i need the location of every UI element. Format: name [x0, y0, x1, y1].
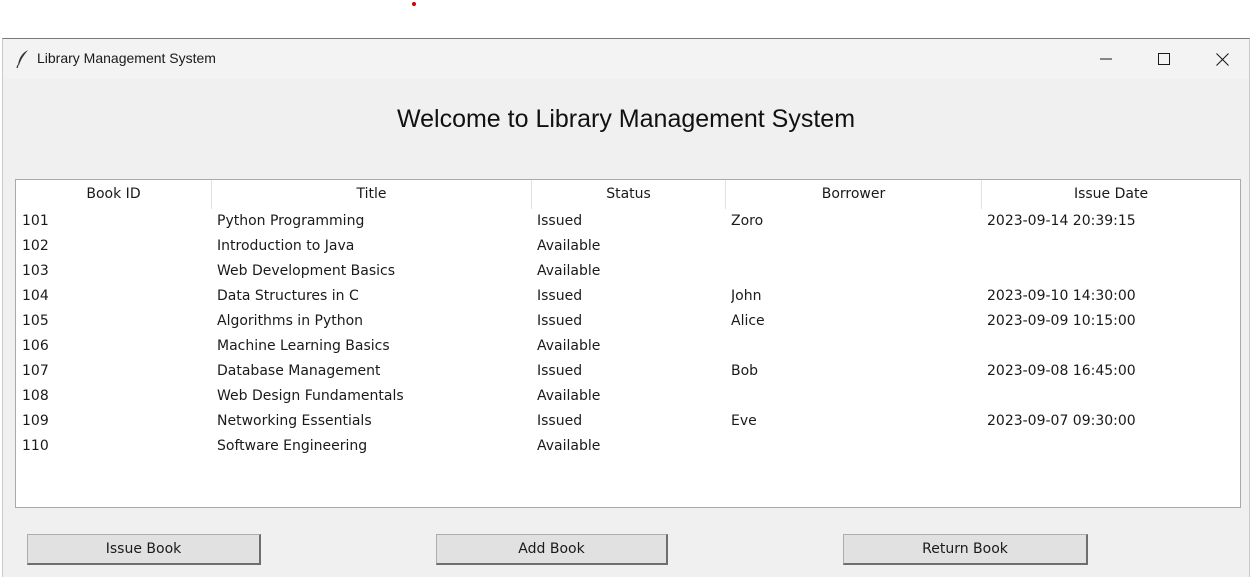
cursor-dot: [412, 2, 416, 6]
table-row[interactable]: 103 Web Development Basics Available: [16, 259, 1240, 284]
cell-borrower: Eve: [731, 413, 757, 429]
cell-issue-date: 2023-09-10 14:30:00: [987, 288, 1136, 304]
column-header-title[interactable]: Title: [212, 180, 532, 209]
return-book-button[interactable]: Return Book: [843, 534, 1088, 565]
page-heading: Welcome to Library Management System: [396, 105, 856, 133]
title-bar[interactable]: Library Management System: [3, 39, 1249, 79]
cell-book-id: 108: [22, 388, 49, 404]
column-header-borrower[interactable]: Borrower: [726, 180, 982, 209]
cell-title: Python Programming: [217, 213, 365, 229]
cell-status: Available: [537, 438, 601, 454]
cell-status: Issued: [537, 313, 583, 329]
column-header-issue-date[interactable]: Issue Date: [982, 180, 1240, 209]
table-row[interactable]: 105 Algorithms in Python Issued Alice 2023-0…: [16, 309, 1240, 334]
cell-book-id: 104: [22, 288, 49, 304]
table-row[interactable]: 101 Python Programming Issued Zoro 2023-09-1…: [16, 209, 1240, 234]
app-window: Library Management System Welcome to Lib…: [2, 38, 1250, 577]
cell-title: Web Design Fundamentals: [217, 388, 404, 404]
cell-borrower: John: [731, 288, 762, 304]
cell-issue-date: 2023-09-09 10:15:00: [987, 313, 1136, 329]
maximize-button[interactable]: [1135, 39, 1193, 79]
cell-book-id: 109: [22, 413, 49, 429]
cell-title: Introduction to Java: [217, 238, 355, 254]
books-table[interactable]: Book ID Title Status Borrower Issue Date…: [15, 179, 1241, 508]
cell-borrower: Alice: [731, 313, 765, 329]
cell-status: Issued: [537, 413, 583, 429]
table-row[interactable]: 109 Networking Essentials Issued Eve 2023-09…: [16, 409, 1240, 434]
cell-title: Web Development Basics: [217, 263, 396, 279]
table-row[interactable]: 110 Software Engineering Available: [16, 434, 1240, 459]
table-row[interactable]: 104 Data Structures in C Issued John 2023-09…: [16, 284, 1240, 309]
cell-issue-date: 2023-09-07 09:30:00: [987, 413, 1136, 429]
cell-status: Available: [537, 388, 601, 404]
cell-book-id: 106: [22, 338, 49, 354]
close-button[interactable]: [1193, 39, 1251, 79]
table-row[interactable]: 102 Introduction to Java Available: [16, 234, 1240, 259]
cell-status: Available: [537, 238, 601, 254]
close-icon: [1215, 52, 1229, 66]
table-row[interactable]: 107 Database Management Issued Bob 2023-09-0…: [16, 359, 1240, 384]
cell-title: Algorithms in Python: [217, 313, 364, 329]
add-book-button[interactable]: Add Book: [436, 534, 668, 565]
cell-status: Issued: [537, 363, 583, 379]
cell-issue-date: 2023-09-08 16:45:00: [987, 363, 1136, 379]
cell-title: Networking Essentials: [217, 413, 372, 429]
cell-borrower: Bob: [731, 363, 759, 379]
table-row[interactable]: 106 Machine Learning Basics Available: [16, 334, 1240, 359]
minimize-button[interactable]: [1077, 39, 1135, 79]
table-header: Book ID Title Status Borrower Issue Date: [16, 180, 1240, 209]
cell-book-id: 110: [22, 438, 49, 454]
cell-status: Issued: [537, 213, 583, 229]
cell-issue-date: 2023-09-14 20:39:15: [987, 213, 1136, 229]
cell-title: Database Management: [217, 363, 381, 379]
cell-borrower: Zoro: [731, 213, 764, 229]
cell-status: Issued: [537, 288, 583, 304]
cell-book-id: 105: [22, 313, 49, 329]
cell-status: Available: [537, 338, 601, 354]
cell-book-id: 102: [22, 238, 49, 254]
cell-book-id: 107: [22, 363, 49, 379]
minimize-icon: [1100, 53, 1112, 65]
cell-book-id: 103: [22, 263, 49, 279]
column-header-status[interactable]: Status: [532, 180, 726, 209]
table-body: 101 Python Programming Issued Zoro 2023-09-1…: [16, 209, 1240, 459]
cell-book-id: 101: [22, 213, 49, 229]
window-title: Library Management System: [37, 50, 216, 66]
column-header-book-id[interactable]: Book ID: [16, 180, 212, 209]
desktop-background: [0, 0, 1251, 40]
maximize-icon: [1158, 53, 1170, 65]
cell-status: Available: [537, 263, 601, 279]
table-row[interactable]: 108 Web Design Fundamentals Available: [16, 384, 1240, 409]
cell-title: Machine Learning Basics: [217, 338, 390, 354]
feather-icon: [15, 49, 31, 69]
cell-title: Software Engineering: [217, 438, 368, 454]
issue-book-button[interactable]: Issue Book: [27, 534, 261, 565]
cell-title: Data Structures in C: [217, 288, 359, 304]
